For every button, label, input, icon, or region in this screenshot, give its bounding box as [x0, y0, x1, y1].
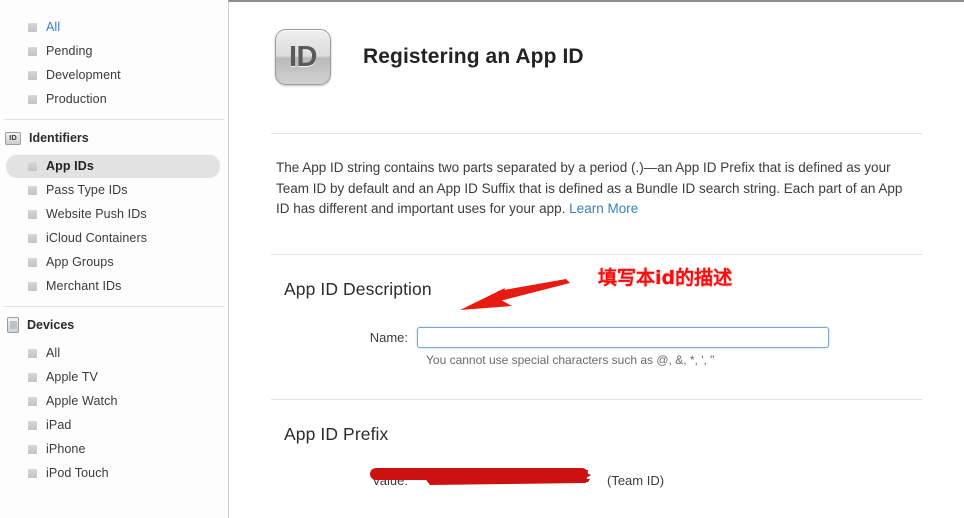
- main-content-panel: ID Registering an App ID The App ID stri…: [228, 0, 964, 518]
- bullet-icon: [28, 22, 37, 32]
- bullet-icon: [28, 257, 37, 267]
- sidebar-item-icloud-containers[interactable]: iCloud Containers: [6, 226, 220, 250]
- sidebar-item-label: App IDs: [46, 158, 94, 173]
- bullet-icon: [28, 70, 37, 80]
- learn-more-link[interactable]: Learn More: [569, 201, 638, 216]
- prefix-value-suffix: (Team ID): [607, 472, 665, 488]
- sidebar: All Pending Development Production ID Id…: [0, 0, 228, 518]
- sidebar-item-label: Website Push IDs: [46, 206, 147, 221]
- sidebar-item-pass-type-ids[interactable]: Pass Type IDs: [6, 178, 220, 202]
- sidebar-item-app-ids[interactable]: App IDs: [6, 154, 220, 178]
- sidebar-section-identifiers-header: ID Identifiers: [0, 127, 228, 149]
- prefix-value-label: Value:: [372, 472, 408, 488]
- intro-paragraph: The App ID string contains two parts sep…: [271, 134, 919, 220]
- sidebar-item-label: iPod Touch: [46, 465, 109, 480]
- id-badge-icon: ID: [5, 131, 21, 145]
- sidebar-item-label: All: [46, 345, 61, 360]
- app-id-icon: ID: [275, 29, 331, 85]
- sidebar-item-label: Development: [46, 67, 121, 82]
- sidebar-group-certificates: All Pending Development Production: [0, 15, 228, 111]
- sidebar-item-label: iPhone: [46, 441, 86, 456]
- bullet-icon: [28, 185, 37, 195]
- sidebar-item-label: Production: [46, 91, 107, 106]
- bullet-icon: [28, 468, 37, 478]
- sidebar-item-merchant-ids[interactable]: Merchant IDs: [6, 274, 220, 298]
- sidebar-section-devices-header: Devices: [0, 314, 228, 336]
- bullet-icon: [28, 281, 37, 291]
- iphone-icon: [7, 317, 19, 333]
- sidebar-top-spacer: [0, 0, 228, 15]
- bullet-icon: [28, 94, 37, 104]
- app-id-description-title: App ID Description: [284, 278, 432, 299]
- sidebar-item-all-certificates[interactable]: All: [6, 15, 220, 39]
- page-header: ID Registering an App ID: [271, 2, 922, 90]
- sidebar-item-label: Pending: [46, 43, 93, 58]
- sidebar-divider: [4, 306, 224, 307]
- bullet-icon: [28, 233, 37, 243]
- bullet-icon: [28, 46, 37, 56]
- name-label: Name:: [369, 329, 408, 345]
- sidebar-item-development[interactable]: Development: [6, 63, 220, 87]
- bullet-icon: [28, 161, 37, 171]
- sidebar-item-label: Pass Type IDs: [46, 182, 128, 197]
- sidebar-item-ipad[interactable]: iPad: [6, 413, 220, 437]
- sidebar-item-website-push-ids[interactable]: Website Push IDs: [6, 202, 220, 226]
- sidebar-item-label: Merchant IDs: [46, 278, 122, 293]
- page-title: Registering an App ID: [363, 45, 584, 68]
- bullet-icon: [28, 444, 37, 454]
- sidebar-item-label: App Groups: [46, 254, 114, 269]
- sidebar-group-identifiers: ID Identifiers App IDs Pass Type IDs Web…: [0, 127, 228, 298]
- sidebar-item-app-groups[interactable]: App Groups: [6, 250, 220, 274]
- sidebar-item-iphone[interactable]: iPhone: [6, 437, 220, 461]
- bullet-icon: [28, 209, 37, 219]
- prefix-section-divider: [271, 398, 922, 400]
- sidebar-divider: [4, 119, 224, 120]
- sidebar-item-ipod-touch[interactable]: iPod Touch: [6, 461, 220, 485]
- app-window: All Pending Development Production ID Id…: [0, 0, 964, 518]
- sidebar-group-devices: Devices All Apple TV Apple Watch iPad iP…: [0, 314, 228, 485]
- sidebar-item-label: All: [46, 19, 61, 34]
- sidebar-item-all-devices[interactable]: All: [6, 341, 220, 365]
- sidebar-section-label: Devices: [27, 318, 75, 332]
- bullet-icon: [28, 372, 37, 382]
- name-field-hint: You cannot use special characters such a…: [426, 352, 715, 367]
- sidebar-item-apple-watch[interactable]: Apple Watch: [6, 389, 220, 413]
- main-inner: ID Registering an App ID The App ID stri…: [229, 2, 964, 518]
- name-field-row: Name:: [271, 326, 922, 348]
- sidebar-item-label: iPad: [46, 417, 72, 432]
- sidebar-section-label: Identifiers: [29, 131, 89, 145]
- name-input[interactable]: [417, 326, 829, 348]
- sidebar-item-label: Apple Watch: [46, 393, 118, 408]
- sidebar-item-label: iCloud Containers: [46, 230, 148, 245]
- sidebar-item-label: Apple TV: [46, 369, 98, 384]
- app-id-icon-label: ID: [289, 40, 318, 73]
- bullet-icon: [28, 348, 37, 358]
- bullet-icon: [28, 396, 37, 406]
- prefix-value-row: Value: (Team ID): [271, 473, 922, 488]
- sidebar-item-production[interactable]: Production: [6, 87, 220, 111]
- app-id-prefix-title: App ID Prefix: [284, 423, 389, 444]
- description-section-divider: [271, 253, 922, 255]
- sidebar-item-pending[interactable]: Pending: [6, 39, 220, 63]
- sidebar-item-apple-tv[interactable]: Apple TV: [6, 365, 220, 389]
- bullet-icon: [28, 420, 37, 430]
